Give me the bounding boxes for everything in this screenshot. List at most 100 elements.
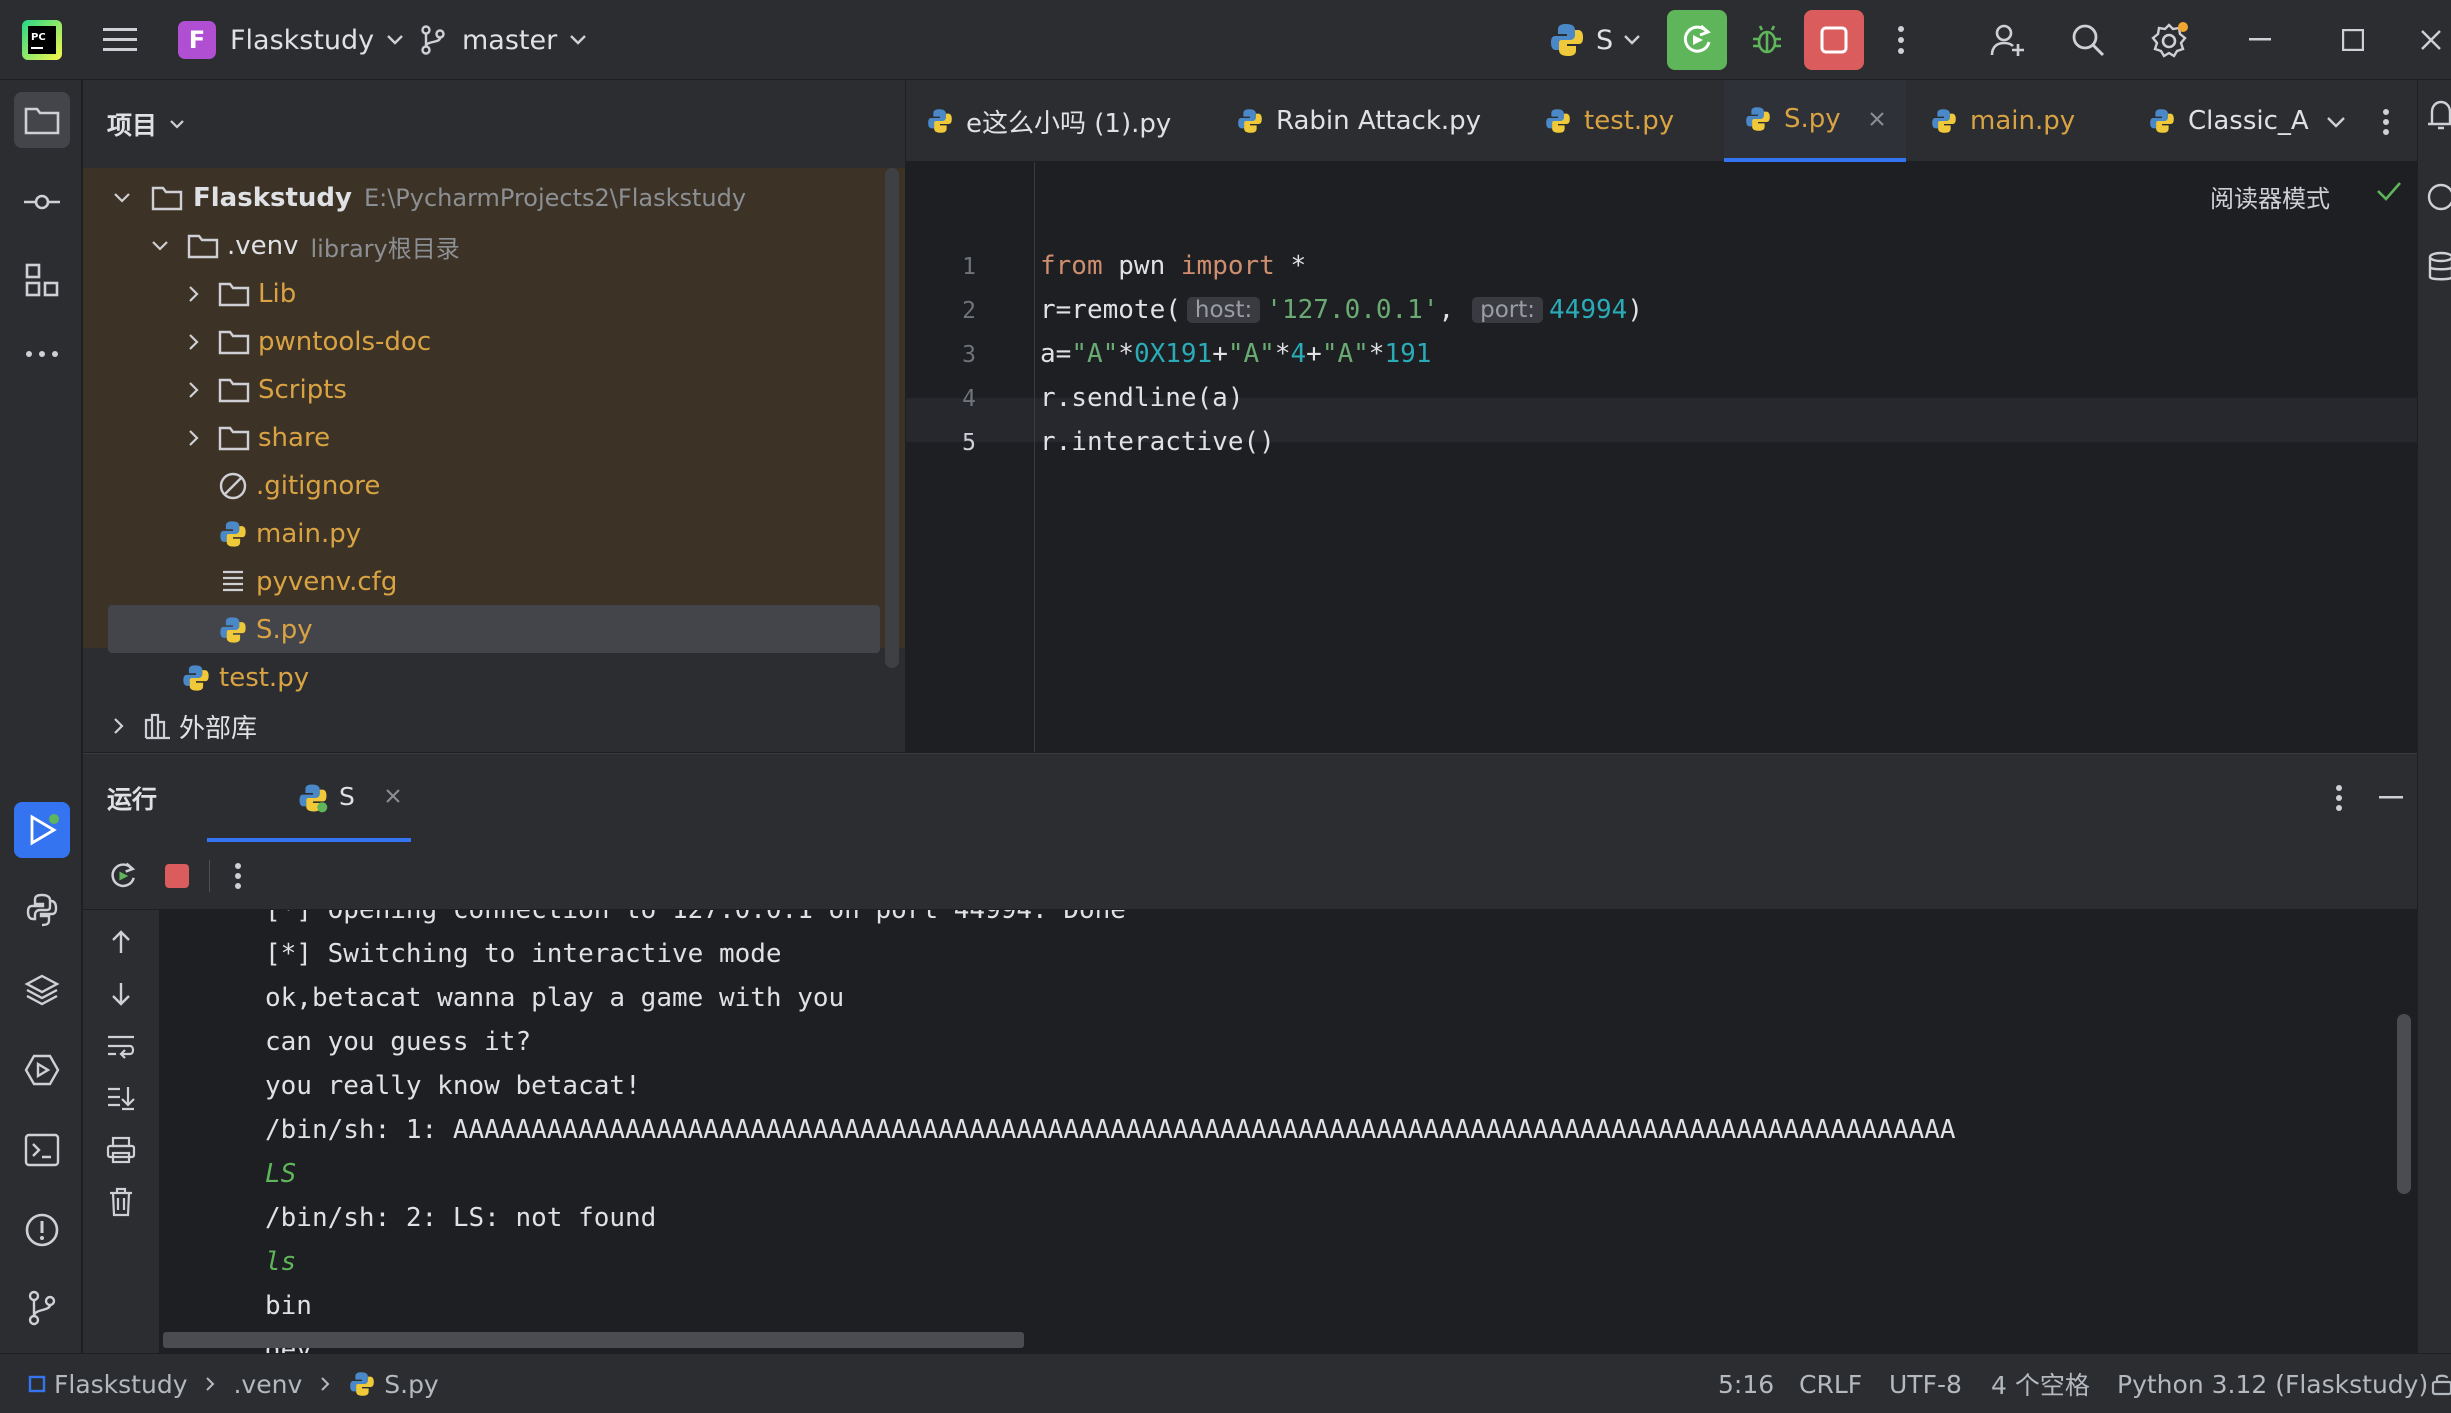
editor-more-icon[interactable] (2366, 102, 2406, 142)
tree-item-lib[interactable]: Lib (188, 270, 296, 318)
git-tool-button[interactable] (14, 1280, 70, 1336)
services-tool-button[interactable] (14, 1042, 70, 1098)
console-vertical-scrollbar[interactable] (2397, 1014, 2411, 1194)
tree-root[interactable]: Flaskstudy E:\PycharmProjects2\Flaskstud… (113, 174, 746, 222)
rerun-button[interactable] (1667, 10, 1727, 70)
problems-tool-button[interactable] (14, 1202, 70, 1258)
scroll-up-icon[interactable] (101, 922, 141, 962)
tree-venv[interactable]: .venv library根目录 (151, 222, 460, 270)
tab-classic-a[interactable]: Classic_A (2136, 80, 2342, 162)
more-tools-button[interactable] (14, 326, 70, 382)
branch-switcher[interactable]: master (420, 0, 587, 80)
python-console-button[interactable] (14, 882, 70, 938)
close-tab-icon[interactable] (385, 788, 401, 804)
rerun-icon[interactable] (103, 856, 143, 896)
commit-tool-button[interactable] (14, 174, 70, 230)
project-scrollbar[interactable] (885, 168, 899, 668)
line-separator[interactable]: CRLF (1799, 1354, 1862, 1413)
print-icon[interactable] (101, 1130, 141, 1170)
scroll-to-end-icon[interactable] (101, 1078, 141, 1118)
trash-icon[interactable] (101, 1182, 141, 1222)
debug-button[interactable] (1745, 18, 1789, 62)
hide-panel-icon[interactable] (2371, 778, 2411, 818)
run-toolbar-more-icon[interactable] (221, 856, 255, 896)
tree-item-label: pyvenv.cfg (256, 567, 398, 597)
code-line-1[interactable]: from pwn import * (1040, 244, 1306, 288)
tab-e-py[interactable]: e这么小吗 (1).py (926, 80, 1216, 162)
tab-s-py[interactable]: S.py (1724, 80, 1906, 162)
tab-rabin-attack-py[interactable]: Rabin Attack.py (1236, 80, 1516, 162)
python-file-icon (928, 109, 952, 133)
run-panel-header: 运行 S (83, 754, 2417, 842)
minimize-window-icon[interactable] (2240, 20, 2280, 60)
ai-assistant-icon[interactable] (2426, 180, 2451, 230)
reader-mode-button[interactable]: 阅读器模式 (2210, 176, 2330, 216)
tree-item-gitignore[interactable]: .gitignore (218, 462, 380, 510)
code-line-4[interactable]: r.sendline(a) (1040, 376, 1244, 420)
file-encoding[interactable]: UTF-8 (1889, 1354, 1962, 1413)
close-window-icon[interactable] (2420, 20, 2451, 60)
run-panel-more-icon[interactable] (2319, 778, 2359, 818)
more-actions-icon[interactable] (1886, 20, 1916, 60)
main-menu-icon[interactable] (100, 22, 140, 58)
maximize-window-icon[interactable] (2333, 20, 2373, 60)
breadcrumb-project[interactable]: Flaskstudy (54, 1370, 187, 1399)
console-horizontal-scrollbar[interactable] (163, 1332, 1024, 1348)
lock-icon[interactable] (2430, 1372, 2451, 1396)
code-line-3[interactable]: a= "A" * 0X191 + "A" * 4 + "A" * 191 (1040, 332, 1431, 376)
project-tool-button[interactable] (14, 92, 70, 148)
close-tab-icon[interactable] (1869, 111, 1885, 127)
project-panel-title: 项目 (107, 111, 158, 140)
breadcrumb-file[interactable]: S.py (384, 1370, 438, 1399)
project-switcher[interactable]: F Flaskstudy (178, 0, 404, 80)
python-console-icon (26, 893, 58, 927)
chevron-right-icon (189, 334, 199, 350)
code-line-2[interactable]: r=remote(host: '127.0.0.1', port: 44994) (1040, 288, 1643, 332)
stop-icon[interactable] (157, 856, 197, 896)
project-panel-header[interactable]: 项目 (107, 80, 185, 168)
soft-wrap-icon[interactable] (101, 1026, 141, 1066)
tree-item-label: main.py (256, 519, 362, 549)
structure-tool-button[interactable] (14, 252, 70, 308)
inspection-ok-icon[interactable] (2376, 180, 2402, 202)
run-config-selector[interactable]: S (1548, 0, 1641, 80)
indent-setting[interactable]: 4 个空格 (1991, 1354, 2090, 1413)
database-icon[interactable] (2426, 250, 2451, 300)
caret-position[interactable]: 5:16 (1718, 1354, 1774, 1413)
tab-test-py[interactable]: test.py (1544, 80, 1724, 162)
notifications-icon[interactable] (2426, 98, 2451, 148)
scroll-down-icon[interactable] (101, 974, 141, 1014)
git-branch-icon (421, 25, 445, 55)
tree-item-scripts[interactable]: Scripts (188, 366, 347, 414)
search-icon[interactable] (2066, 18, 2110, 62)
library-icon (144, 713, 170, 740)
op-token: * (1118, 339, 1134, 369)
line-number: 2 (962, 298, 976, 324)
project-name: Flaskstudy (230, 24, 375, 56)
tree-item-test-py[interactable]: test.py (181, 654, 309, 702)
tree-external-libraries[interactable]: 外部库 (113, 702, 257, 750)
tab-list-dropdown[interactable] (2316, 102, 2356, 142)
code-line-5[interactable]: r.interactive() (1040, 420, 1275, 464)
param-hint-port: port: (1472, 297, 1544, 323)
terminal-tool-button[interactable] (14, 1122, 70, 1178)
tree-item-main-py[interactable]: main.py (218, 510, 361, 558)
punct-token: , (1438, 295, 1455, 325)
run-tab-s[interactable]: S (207, 754, 411, 842)
bug-icon (1753, 25, 1781, 54)
console-line: /bin/sh: 2: LS: not found (265, 1203, 657, 1233)
tree-item-pyvenv-cfg[interactable]: pyvenv.cfg (218, 558, 397, 606)
tab-main-py[interactable]: main.py (1924, 80, 2124, 162)
stop-button[interactable] (1804, 10, 1864, 70)
settings-gear-icon[interactable] (2146, 16, 2194, 64)
python-interpreter[interactable]: Python 3.12 (Flaskstudy) (2117, 1354, 2428, 1413)
console-output[interactable]: [*] Opening connection to 127.0.0.1 on p… (163, 910, 2417, 1354)
python-packages-button[interactable] (14, 962, 70, 1018)
tree-item-pwntools-doc[interactable]: pwntools-doc (188, 318, 431, 366)
breadcrumb-venv[interactable]: .venv (233, 1370, 302, 1399)
tree-item-s-py[interactable]: S.py (218, 606, 313, 654)
run-tool-button[interactable] (14, 802, 70, 858)
run-panel-title: 运行 (107, 785, 158, 814)
add-user-icon[interactable] (1986, 18, 2030, 62)
tree-item-share[interactable]: share (188, 414, 330, 462)
